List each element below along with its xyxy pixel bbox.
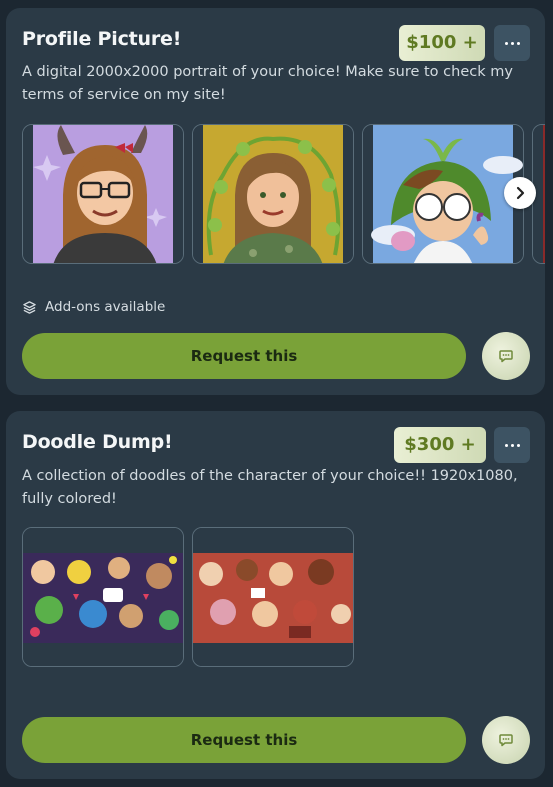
chat-bubble-icon bbox=[499, 734, 513, 747]
price-badge: $300 + bbox=[394, 427, 486, 463]
card-description: A digital 2000x2000 portrait of your cho… bbox=[22, 64, 513, 103]
ellipsis-icon bbox=[504, 41, 508, 45]
image-gallery bbox=[22, 124, 545, 266]
request-button[interactable]: Request this bbox=[22, 333, 466, 379]
card-title: Profile Picture! bbox=[22, 28, 182, 50]
layers-icon bbox=[23, 300, 36, 314]
gallery-image[interactable] bbox=[22, 527, 184, 667]
more-options-button[interactable] bbox=[494, 427, 530, 463]
portrait-character-sprout-hat bbox=[363, 125, 523, 263]
gallery-image[interactable] bbox=[22, 124, 184, 264]
card-title: Doodle Dump! bbox=[22, 431, 173, 453]
image-gallery bbox=[22, 527, 545, 669]
portrait-woman-vines-yellow bbox=[193, 125, 353, 263]
chat-bubble-icon bbox=[499, 350, 513, 363]
message-button[interactable] bbox=[482, 332, 530, 380]
commission-card-doodle-dump: Doodle Dump! $300 + A collection of dood… bbox=[6, 411, 545, 779]
portrait-horned-girl-glasses bbox=[23, 125, 183, 263]
commission-card-profile-picture: Profile Picture! $100 + A digital 2000x2… bbox=[6, 8, 545, 395]
chevron-right-icon bbox=[516, 186, 525, 200]
card-description: A collection of doodles of the character… bbox=[22, 468, 518, 507]
addons-info: Add-ons available bbox=[22, 299, 165, 315]
request-button[interactable]: Request this bbox=[22, 717, 466, 763]
more-options-button[interactable] bbox=[494, 25, 530, 61]
doodle-collage-red bbox=[193, 528, 353, 666]
gallery-image[interactable] bbox=[192, 124, 354, 264]
price-badge: $100 + bbox=[399, 25, 485, 61]
gallery-image[interactable] bbox=[362, 124, 524, 264]
addons-label: Add-ons available bbox=[45, 299, 166, 315]
ellipsis-icon bbox=[504, 443, 508, 447]
gallery-next-button[interactable] bbox=[504, 177, 536, 209]
doodle-collage-purple bbox=[23, 528, 183, 666]
message-button[interactable] bbox=[482, 716, 530, 764]
gallery-image[interactable] bbox=[192, 527, 354, 667]
